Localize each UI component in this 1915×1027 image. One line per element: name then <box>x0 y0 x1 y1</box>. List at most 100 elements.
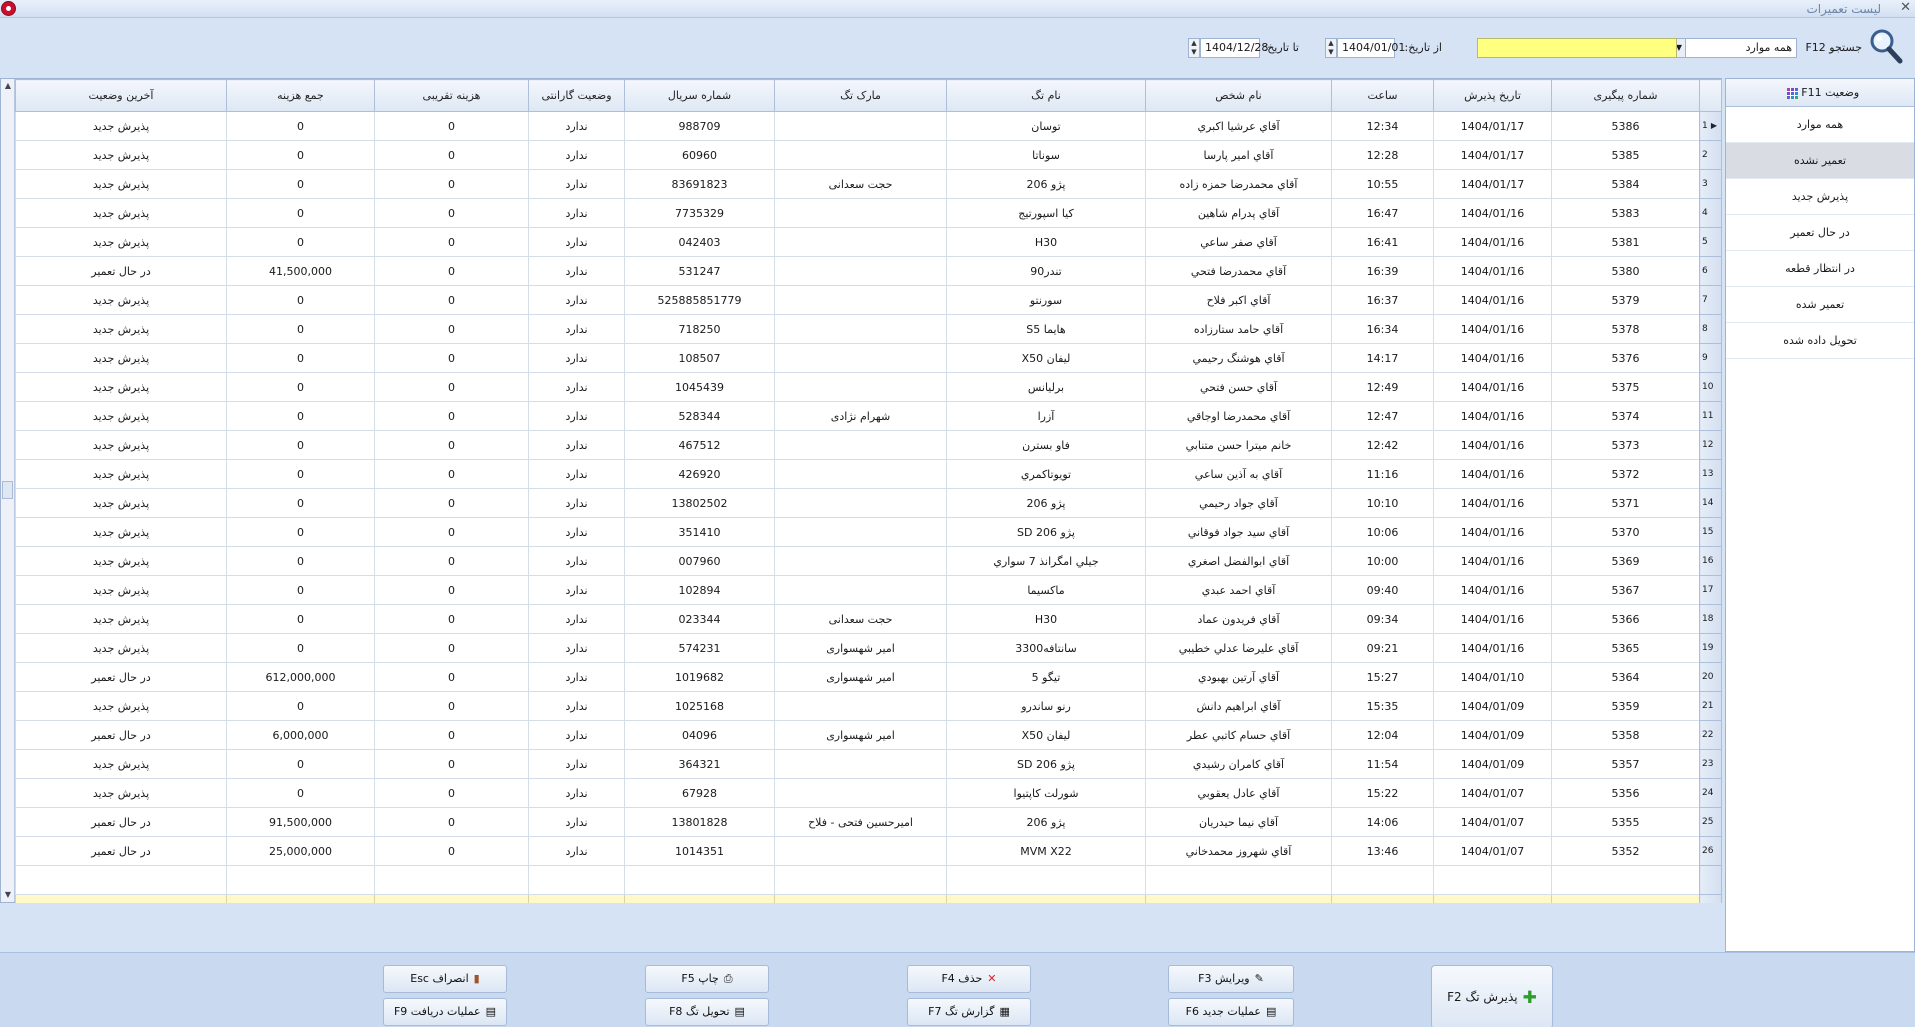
status-filter-item[interactable]: در حال تعمیر <box>1726 215 1914 251</box>
cell-serial: 528344 <box>624 401 775 431</box>
column-header[interactable]: شماره پیگیری <box>1551 79 1700 112</box>
table-row[interactable]: 10 5375 1404/01/16 12:49 آقاي حسن فتحي برليان… <box>15 372 1722 402</box>
column-header[interactable]: نام شخص <box>1145 79 1332 112</box>
status-filter-item[interactable]: همه موارد <box>1726 107 1914 143</box>
column-header[interactable]: مارک تگ <box>774 79 947 112</box>
table-row[interactable]: 12 5373 1404/01/16 12:42 خانم ميترا حسن متنا… <box>15 430 1722 460</box>
row-number <box>1699 865 1722 895</box>
table-row[interactable]: 24 5356 1404/01/07 15:22 آقاي عادل يعقوبي شور… <box>15 778 1722 808</box>
column-header[interactable]: ساعت <box>1331 79 1434 112</box>
from-date-input[interactable]: 1404/01/01 <box>1337 38 1405 58</box>
row-number[interactable]: 4 <box>1699 198 1722 228</box>
table-row[interactable]: 18 5366 1404/01/16 09:34 آقاي فريدون عماد H30… <box>15 604 1722 634</box>
table-row[interactable]: 13 5372 1404/01/16 11:16 آقاي به آذين ساعي تو… <box>15 459 1722 489</box>
to-date-spinner[interactable]: ▲ ▼ <box>1188 38 1200 58</box>
row-number[interactable]: 9 <box>1699 343 1722 373</box>
status-filter-item[interactable]: تعمیر نشده <box>1726 143 1914 179</box>
row-number[interactable]: 20 <box>1699 662 1722 692</box>
close-button[interactable]: ✕ <box>1900 0 1911 15</box>
column-header[interactable]: شماره سریال <box>624 79 775 112</box>
row-number[interactable]: 25 <box>1699 807 1722 837</box>
search-input[interactable] <box>1477 38 1677 58</box>
column-header[interactable]: نام تگ <box>946 79 1146 112</box>
column-header[interactable]: جمع هزینه <box>226 79 375 112</box>
table-row[interactable]: 153861404/01/1712:34آقاي عرشيا اكبريتوسا… <box>15 111 1722 141</box>
row-number[interactable]: 15 <box>1699 517 1722 547</box>
row-number[interactable]: 21 <box>1699 691 1722 721</box>
scroll-up-icon[interactable]: ▲ <box>1 79 15 93</box>
search-icon[interactable] <box>1869 28 1903 64</box>
vertical-scrollbar[interactable]: ▲ ▼ <box>1 79 15 902</box>
row-number[interactable]: 24 <box>1699 778 1722 808</box>
table-row[interactable]: 22 5358 1404/01/09 12:04 آقاي حسام كاتبي عطر… <box>15 720 1722 750</box>
status-filter-item[interactable]: تحویل داده شده <box>1726 323 1914 359</box>
row-number[interactable]: 10 <box>1699 372 1722 402</box>
column-header[interactable]: تاریخ پذیرش <box>1433 79 1552 112</box>
row-number[interactable]: 12 <box>1699 430 1722 460</box>
column-header[interactable]: آخرین وضعیت <box>15 79 227 112</box>
table-row[interactable]: 25 5355 1404/01/07 14:06 آقاي نيما حيدريان پژ… <box>15 807 1722 837</box>
edit-button[interactable]: ✎ ویرایش F3 <box>1168 965 1294 993</box>
row-number[interactable]: 17 <box>1699 575 1722 605</box>
to-date-input[interactable]: 1404/12/28 <box>1200 38 1268 58</box>
row-number[interactable]: 18 <box>1699 604 1722 634</box>
table-row[interactable]: 6 5380 1404/01/16 16:39 آقاي محمدرضا فتحي تند… <box>15 256 1722 286</box>
table-row[interactable]: 16 5369 1404/01/16 10:00 آقاي ابوالفضل اصغري… <box>15 546 1722 576</box>
column-header[interactable]: هزینه تقریبی <box>374 79 529 112</box>
table-row[interactable]: 9 5376 1404/01/16 14:17 آقاي هوشنگ رحيمي ليفا… <box>15 343 1722 373</box>
print-button[interactable]: ⎙ چاپ F5 <box>645 965 769 993</box>
deliver-tag-button[interactable]: ▤ تحویل تگ F8 <box>645 998 769 1026</box>
table-row[interactable]: 21 5359 1404/01/09 15:35 آقاي ابراهيم دانش رن… <box>15 691 1722 721</box>
row-number[interactable]: 23 <box>1699 749 1722 779</box>
table-row[interactable]: 4 5383 1404/01/16 16:47 آقاي پدرام شاهين كيا … <box>15 198 1722 228</box>
row-number[interactable]: 14 <box>1699 488 1722 518</box>
delete-button[interactable]: ✕ حذف F4 <box>907 965 1031 993</box>
row-number[interactable]: 2 <box>1699 140 1722 170</box>
table-row[interactable]: 19 5365 1404/01/16 09:21 آقاي عليرضا عدلي خط… <box>15 633 1722 663</box>
table-row[interactable]: 26 5352 1404/01/07 13:46 آقاي شهروز محمدخاني… <box>15 836 1722 866</box>
status-filter-item[interactable]: در انتظار قطعه <box>1726 251 1914 287</box>
table-row[interactable]: 3 5384 1404/01/17 10:55 آقاي محمدرضا حمزه زا… <box>15 169 1722 199</box>
scroll-thumb[interactable] <box>2 481 13 499</box>
row-number[interactable]: 3 <box>1699 169 1722 199</box>
accept-tag-button[interactable]: ✚ پذیرش تگ F2 <box>1431 965 1553 1027</box>
row-number[interactable]: 11 <box>1699 401 1722 431</box>
table-row[interactable]: 20 5364 1404/01/10 15:27 آقاي آرتين بهبودي تي… <box>15 662 1722 692</box>
row-number[interactable]: 16 <box>1699 546 1722 576</box>
row-number[interactable]: 7 <box>1699 285 1722 315</box>
receive-operations-button[interactable]: ▤ عملیات دریافت F9 <box>383 998 507 1026</box>
cell-status: در حال تعمیر <box>15 662 227 692</box>
row-number[interactable]: 19 <box>1699 633 1722 663</box>
tag-report-button[interactable]: ▦ گزارش تگ F7 <box>907 998 1031 1026</box>
row-number[interactable]: 6 <box>1699 256 1722 286</box>
row-number[interactable]: 5 <box>1699 227 1722 257</box>
cell-brand: امیر شهسواری <box>774 662 947 692</box>
table-row[interactable]: 11 5374 1404/01/16 12:47 آقاي محمدرضا اوجاقي… <box>15 401 1722 431</box>
status-filter-item[interactable]: تعمیر شده <box>1726 287 1914 323</box>
row-number[interactable]: 8 <box>1699 314 1722 344</box>
cell-serial: 525885851779 <box>624 285 775 315</box>
new-operations-button[interactable]: ▤ عملیات جدید F6 <box>1168 998 1294 1026</box>
status-filter-item[interactable]: پذیرش جدید <box>1726 179 1914 215</box>
row-number[interactable]: 1 <box>1699 111 1722 141</box>
table-row[interactable]: 7 5379 1404/01/16 16:37 آقاي اكبر فلاح سورنتو… <box>15 285 1722 315</box>
row-number[interactable]: 22 <box>1699 720 1722 750</box>
cell-date: 1404/01/16 <box>1433 198 1552 228</box>
search-field-select[interactable]: همه موارد ▼ <box>1672 38 1797 58</box>
row-number[interactable]: 26 <box>1699 836 1722 866</box>
scroll-down-icon[interactable]: ▼ <box>1 888 15 902</box>
table-row[interactable]: 5 5381 1404/01/16 16:41 آقاي صفر ساعي H30 0424… <box>15 227 1722 257</box>
table-row[interactable]: 8 5378 1404/01/16 16:34 آقاي حامد ستارزاده ها… <box>15 314 1722 344</box>
table-row[interactable]: 17 5367 1404/01/16 09:40 آقاي احمد عبدي ماكسي… <box>15 575 1722 605</box>
table-row[interactable]: 15 5370 1404/01/16 10:06 آقاي سيد جواد فوقان… <box>15 517 1722 547</box>
row-number[interactable]: 13 <box>1699 459 1722 489</box>
table-row[interactable]: 2 5385 1404/01/17 12:28 آقاي امير پارسا سونات… <box>15 140 1722 170</box>
table-row[interactable]: 14 5371 1404/01/16 10:10 آقاي جواد رحيمي پژو … <box>15 488 1722 518</box>
table-row[interactable]: 23 5357 1404/01/09 11:54 آقاي كامران رشيدي پژ… <box>15 749 1722 779</box>
cell-time: 14:17 <box>1331 343 1434 373</box>
cancel-button[interactable]: ▮ انصراف Esc <box>383 965 507 993</box>
column-header[interactable]: وضعیت گارانتی <box>528 79 625 112</box>
from-date-spinner[interactable]: ▲ ▼ <box>1325 38 1337 58</box>
cell-time: 11:16 <box>1331 459 1434 489</box>
cell-status: پذیرش جدید <box>15 691 227 721</box>
